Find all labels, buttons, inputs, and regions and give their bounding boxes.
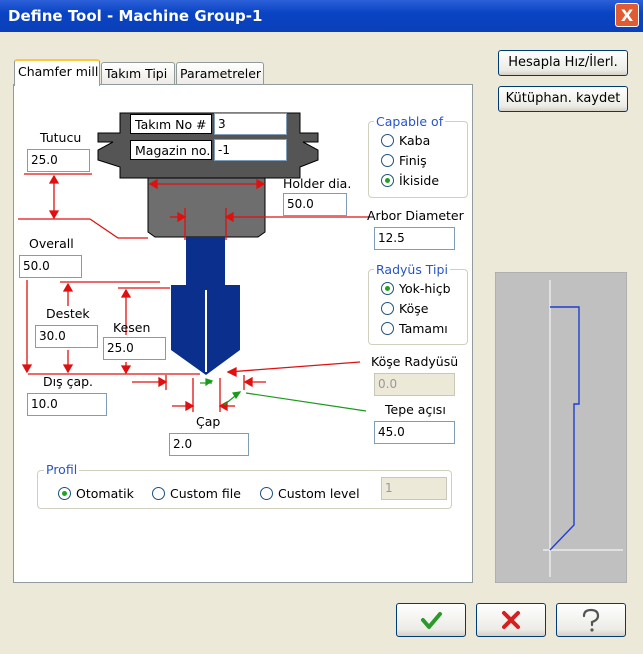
cut-length-field[interactable]: 25.0	[103, 337, 166, 360]
outer-diameter-field[interactable]: 10.0	[27, 393, 107, 416]
tab-chamfer-mill[interactable]: Chamfer mill	[14, 59, 100, 86]
x-mark-icon	[502, 611, 520, 629]
holder-label: Tutucu	[40, 130, 82, 145]
holder-dia-label: Holder dia.	[283, 176, 352, 191]
custom-level-radio[interactable]	[260, 487, 273, 500]
help-button[interactable]	[556, 603, 626, 637]
magazine-number-label: Magazin no.	[130, 140, 212, 160]
automatic-radio[interactable]	[58, 487, 71, 500]
kaba-label: Kaba	[399, 133, 431, 148]
ikiside-label: İkiside	[399, 173, 440, 188]
no-radius-radio[interactable]	[381, 282, 394, 295]
holder-body-shape	[147, 177, 266, 238]
full-radio[interactable]	[381, 322, 394, 335]
overall-field[interactable]: 50.0	[19, 255, 82, 278]
corner-radius-label: Köşe Radyüsü	[371, 354, 459, 369]
ikiside-radio[interactable]	[381, 174, 394, 187]
overall-label: Overall	[29, 236, 74, 251]
finis-label: Finiş	[399, 153, 427, 168]
checkmark-icon	[421, 612, 442, 629]
tip-angle-field[interactable]: 45.0	[374, 421, 455, 444]
automatic-label: Otomatik	[76, 486, 134, 501]
custom-file-radio[interactable]	[152, 487, 165, 500]
tip-angle-label: Tepe açısı	[385, 402, 446, 417]
question-icon	[582, 608, 600, 632]
kaba-radio[interactable]	[381, 134, 394, 147]
arbor-diameter-label: Arbor Diameter	[367, 208, 464, 223]
finis-radio[interactable]	[381, 154, 394, 167]
capable-of-legend: Capable of	[374, 114, 446, 129]
magazine-number-field[interactable]: -1	[214, 139, 287, 161]
full-label: Tamamı	[399, 321, 448, 336]
radius-type-legend: Radyüs Tipi	[374, 262, 450, 277]
custom-level-label: Custom level	[278, 486, 360, 501]
corner-label: Köşe	[399, 301, 429, 316]
arbor-shape	[186, 237, 225, 285]
corner-radius-field: 0.0	[374, 373, 455, 396]
support-field[interactable]: 30.0	[35, 325, 98, 348]
ok-button[interactable]	[396, 603, 466, 637]
profile-legend: Profil	[44, 462, 80, 477]
tool-number-field[interactable]: 3	[214, 113, 287, 135]
holder-field[interactable]: 25.0	[27, 149, 90, 172]
arbor-diameter-field[interactable]: 12.5	[374, 227, 455, 250]
outer-diameter-label: Dış çap.	[43, 374, 94, 389]
tool-number-label: Takım No #	[130, 114, 212, 134]
corner-radio[interactable]	[381, 302, 394, 315]
custom-file-label: Custom file	[170, 486, 241, 501]
cancel-button[interactable]	[476, 603, 546, 637]
holder-dia-field[interactable]: 50.0	[283, 193, 347, 216]
support-label: Destek	[46, 306, 90, 321]
tool-profile-preview	[495, 272, 627, 583]
custom-level-field: 1	[381, 477, 447, 500]
diameter-label: Çap	[196, 414, 221, 429]
cut-length-label: Kesen	[113, 320, 151, 335]
diameter-field[interactable]: 2.0	[169, 433, 249, 456]
no-radius-label: Yok-hiçb	[399, 281, 451, 296]
